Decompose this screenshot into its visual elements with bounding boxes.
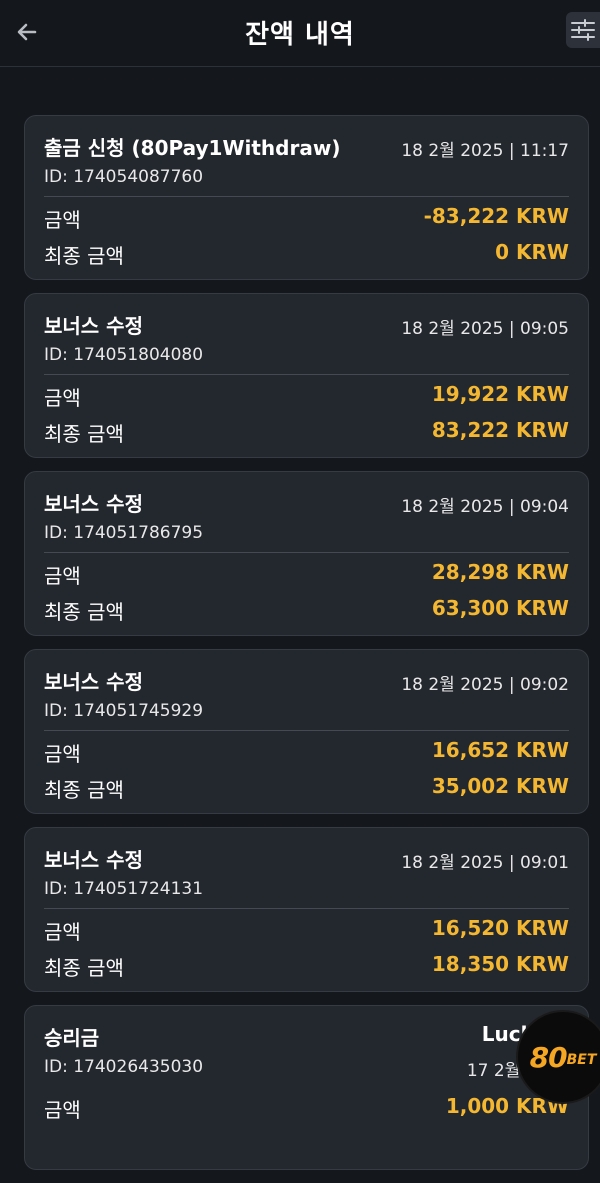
transaction-title: 출금 신청 (80Pay1Withdraw) [44, 136, 341, 160]
transaction-id: ID: 174051724131 [44, 879, 204, 899]
amount-label: 금액 [44, 1098, 81, 1122]
transaction-card[interactable]: 출금 신청 (80Pay1Withdraw) 18 2월 2025 | 11:1… [24, 115, 589, 280]
final-amount-label: 최종 금액 [44, 422, 124, 446]
filter-button[interactable] [566, 12, 600, 48]
final-amount-label: 최종 금액 [44, 600, 124, 624]
transaction-list: 출금 신청 (80Pay1Withdraw) 18 2월 2025 | 11:1… [24, 115, 589, 1183]
transaction-card[interactable]: 보너스 수정 18 2월 2025 | 09:02 ID: 1740517459… [24, 649, 589, 814]
divider [44, 908, 569, 909]
transaction-title: 보너스 수정 [44, 314, 143, 338]
transaction-date: 18 2월 2025 | 09:04 [401, 497, 569, 517]
final-amount-value: 35,002 KRW [431, 774, 569, 798]
amount-label: 금액 [44, 564, 81, 588]
app-header: 잔액 내역 [0, 0, 600, 67]
final-amount-label: 최종 금액 [44, 956, 124, 980]
amount-value: -83,222 KRW [423, 204, 569, 228]
amount-value: 16,520 KRW [431, 916, 569, 940]
divider [44, 196, 569, 197]
amount-value: 28,298 KRW [431, 560, 569, 584]
transaction-id: ID: 174054087760 [44, 167, 204, 187]
final-amount-label: 최종 금액 [44, 778, 124, 802]
transaction-title: 보너스 수정 [44, 492, 143, 516]
transaction-title: 승리금 [44, 1026, 100, 1050]
transaction-title: 보너스 수정 [44, 670, 143, 694]
final-amount-value: 63,300 KRW [431, 596, 569, 620]
page-title: 잔액 내역 [245, 20, 355, 50]
transaction-card[interactable]: 보너스 수정 18 2월 2025 | 09:05 ID: 1740518040… [24, 293, 589, 458]
divider [44, 374, 569, 375]
logo-word: BET [566, 1052, 597, 1068]
divider [44, 730, 569, 731]
logo-number: 80 [529, 1040, 568, 1074]
divider [44, 552, 569, 553]
transaction-date: 18 2월 2025 | 11:17 [401, 141, 569, 161]
transaction-id: ID: 174051804080 [44, 345, 204, 365]
sliders-icon [571, 19, 595, 41]
transaction-date: 18 2월 2025 | 09:02 [401, 675, 569, 695]
amount-label: 금액 [44, 208, 81, 232]
transaction-card[interactable]: 승리금 LuckyW ID: 174026435030 17 2월 2025 금… [24, 1005, 589, 1170]
transaction-card[interactable]: 보너스 수정 18 2월 2025 | 09:01 ID: 1740517241… [24, 827, 589, 992]
amount-value: 19,922 KRW [431, 382, 569, 406]
transaction-id: ID: 174051745929 [44, 701, 204, 721]
final-amount-label: 최종 금액 [44, 244, 124, 268]
transaction-card[interactable]: 보너스 수정 18 2월 2025 | 09:04 ID: 1740517867… [24, 471, 589, 636]
transaction-date: 18 2월 2025 | 09:01 [401, 853, 569, 873]
transaction-id: ID: 174026435030 [44, 1057, 204, 1077]
transaction-title: 보너스 수정 [44, 848, 143, 872]
final-amount-value: 0 KRW [495, 240, 569, 264]
transaction-date: 18 2월 2025 | 09:05 [401, 319, 569, 339]
final-amount-value: 83,222 KRW [431, 418, 569, 442]
amount-label: 금액 [44, 742, 81, 766]
brand-logo-badge[interactable]: 80 BET [518, 1012, 600, 1102]
amount-label: 금액 [44, 386, 81, 410]
amount-label: 금액 [44, 920, 81, 944]
final-amount-value: 18,350 KRW [431, 952, 569, 976]
transaction-id: ID: 174051786795 [44, 523, 204, 543]
amount-value: 16,652 KRW [431, 738, 569, 762]
